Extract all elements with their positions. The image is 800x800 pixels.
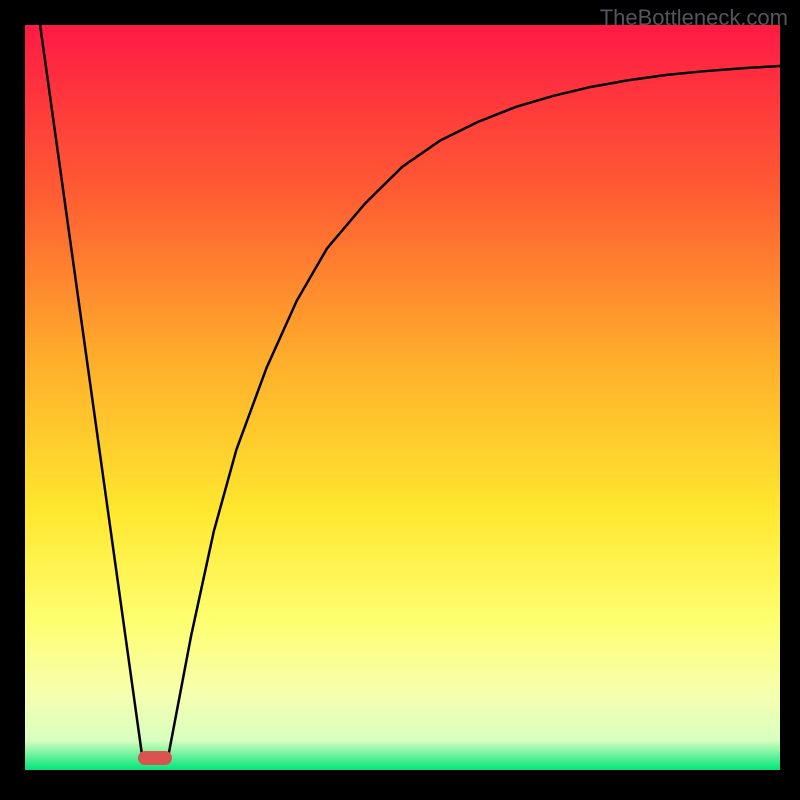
left-line: [40, 25, 142, 755]
curve-layer: [25, 25, 780, 770]
minimum-marker: [138, 751, 172, 765]
plot-area: [25, 25, 780, 770]
chart-container: TheBottleneck.com: [0, 0, 800, 800]
right-curve: [168, 66, 780, 755]
